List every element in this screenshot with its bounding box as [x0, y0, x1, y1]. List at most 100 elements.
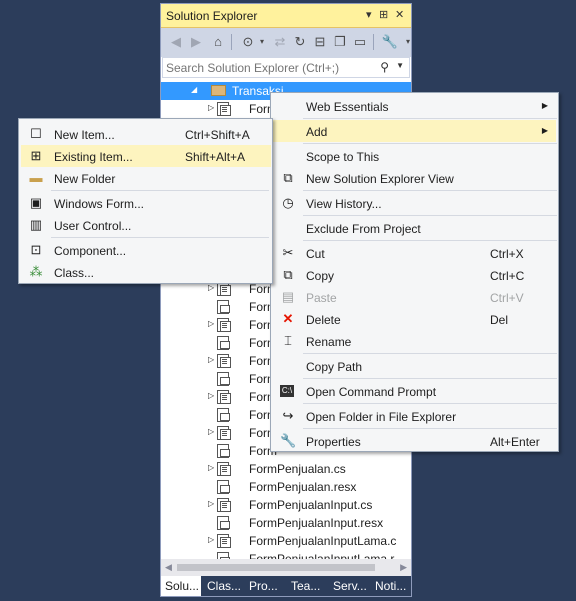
resx-file-icon [217, 372, 230, 386]
filter-dropdown-icon[interactable]: ▾ [253, 33, 271, 51]
menu-item-new-solution-explorer-view[interactable]: ⧉ New Solution Explorer View [273, 167, 556, 189]
toolbar-divider [231, 34, 232, 50]
menu-item-shortcut: Del [490, 313, 509, 327]
menu-item-scope-to-this[interactable]: Scope to This [273, 145, 556, 167]
form-file-icon [217, 390, 231, 404]
scrollbar-thumb[interactable] [177, 564, 375, 571]
tab-solution-explorer[interactable]: Solu... [161, 576, 201, 596]
menu-separator [303, 378, 557, 379]
tree-file-item[interactable]: ▷ FormPenjualanInput.cs [161, 496, 411, 514]
menu-item-properties[interactable]: 🔧 Properties Alt+Enter [273, 430, 556, 452]
home-icon[interactable]: ⌂ [209, 33, 227, 51]
back-icon[interactable]: ◀ [167, 33, 185, 51]
expand-arrow-icon[interactable]: ▷ [208, 319, 214, 328]
rename-icon: ⌶ [284, 333, 292, 348]
expand-arrow-icon[interactable]: ▷ [208, 499, 214, 508]
view-code-icon[interactable]: ▭ [351, 33, 369, 51]
horizontal-scrollbar[interactable]: ◀ ▶ [161, 559, 411, 576]
new-folder-icon: ▬ [29, 170, 43, 185]
menu-separator [303, 403, 557, 404]
expand-arrow-icon[interactable]: ▷ [208, 535, 214, 544]
search-icon[interactable]: ⚲ [380, 60, 389, 74]
menu-item-paste[interactable]: ▤ Paste Ctrl+V [273, 286, 556, 308]
submenu-item-component[interactable]: ⊡ Component... [21, 239, 271, 261]
menu-item-exclude-from-project[interactable]: Exclude From Project [273, 217, 556, 239]
search-box: ⚲ ▼ [162, 57, 410, 78]
tab-properties[interactable]: Pro... [245, 576, 285, 596]
form-file-icon [217, 282, 231, 296]
menu-item-open-folder-in-file-explorer[interactable]: ↪ Open Folder in File Explorer [273, 405, 556, 427]
submenu-item-existing-item[interactable]: ⊞ Existing Item... Shift+Alt+A [21, 145, 271, 167]
forward-icon[interactable]: ▶ [187, 33, 205, 51]
submenu-arrow-icon: ▶ [541, 101, 548, 110]
menu-item-copy[interactable]: ⧉ Copy Ctrl+C [273, 264, 556, 286]
resx-file-icon [217, 552, 230, 559]
resx-file-icon [217, 516, 230, 530]
menu-separator [303, 240, 557, 241]
expand-arrow-icon[interactable]: ▷ [208, 427, 214, 436]
expand-arrow-icon[interactable]: ▷ [208, 463, 214, 472]
search-input[interactable] [166, 60, 374, 75]
tree-file-item[interactable]: FormPenjualan.resx [161, 478, 411, 496]
window-position-dropdown[interactable]: ▾ [366, 8, 372, 21]
submenu-item-new-item[interactable]: ☐ New Item... Ctrl+Shift+A [21, 123, 271, 145]
tab-team-explorer[interactable]: Tea... [287, 576, 327, 596]
menu-item-cut[interactable]: ✂ Cut Ctrl+X [273, 242, 556, 264]
resx-file-icon [217, 300, 230, 314]
new-view-icon: ⧉ [283, 170, 293, 185]
expand-arrow-icon[interactable]: ▷ [208, 391, 214, 400]
tree-file-item[interactable]: FormPenjualanInputLama.r [161, 550, 411, 559]
menu-item-shortcut: Ctrl+Shift+A [185, 128, 250, 142]
menu-item-copy-path[interactable]: Copy Path [273, 355, 556, 377]
scroll-right-icon[interactable]: ▶ [400, 562, 407, 573]
search-options-dropdown-icon[interactable]: ▼ [396, 61, 404, 70]
menu-item-label: Open Command Prompt [306, 385, 437, 399]
existing-item-icon: ⊞ [30, 148, 42, 163]
tree-file-item[interactable]: ▷ FormPenjualanInputLama.c [161, 532, 411, 550]
scroll-left-icon[interactable]: ◀ [165, 562, 172, 573]
new-item-icon: ☐ [30, 126, 42, 141]
toolbar-more-icon[interactable]: ▾ [399, 33, 417, 51]
tab-class-view[interactable]: Clas... [203, 576, 243, 596]
form-file-icon [217, 426, 231, 440]
menu-item-open-command-prompt[interactable]: C:\ Open Command Prompt [273, 380, 556, 402]
tree-file-item[interactable]: ▷ FormPenjualan.cs [161, 460, 411, 478]
expand-arrow-icon[interactable]: ▷ [208, 103, 214, 112]
submenu-item-user-control[interactable]: ▥ User Control... [21, 214, 271, 236]
expand-arrow-icon[interactable]: ▷ [208, 283, 214, 292]
menu-separator [303, 190, 557, 191]
command-prompt-icon: C:\ [280, 385, 294, 397]
windows-form-icon: ▣ [29, 195, 43, 210]
menu-item-label: New Folder [54, 172, 116, 186]
menu-item-label: Copy [306, 269, 335, 283]
auto-hide-pin-icon[interactable]: ⊞ [379, 8, 388, 21]
tab-notifications[interactable]: Noti... [371, 576, 411, 596]
submenu-item-new-folder[interactable]: ▬ New Folder [21, 167, 271, 189]
menu-item-shortcut: Ctrl+X [490, 247, 524, 261]
class-icon: ⁂ [29, 264, 43, 279]
menu-item-view-history[interactable]: ◷ View History... [273, 192, 556, 214]
tree-item-label: FormPenjualanInput.cs [249, 498, 373, 512]
submenu-item-class[interactable]: ⁂ Class... [21, 261, 271, 283]
open-folder-arrow-icon: ↪ [282, 408, 294, 423]
properties-wrench-icon[interactable]: 🔧 [381, 33, 399, 51]
form-file-icon [217, 498, 231, 512]
expand-arrow-icon[interactable]: ▷ [208, 355, 214, 364]
refresh-icon[interactable]: ↻ [291, 33, 309, 51]
show-all-files-icon[interactable]: ❐ [331, 33, 349, 51]
submenu-item-windows-form[interactable]: ▣ Windows Form... [21, 192, 271, 214]
close-icon[interactable]: ✕ [395, 8, 404, 21]
collapse-all-icon[interactable]: ⊟ [311, 33, 329, 51]
menu-item-rename[interactable]: ⌶ Rename [273, 330, 556, 352]
menu-item-add[interactable]: Add ▶ [273, 120, 556, 142]
collapse-arrow-icon[interactable]: ◢ [191, 85, 197, 94]
menu-item-web-essentials[interactable]: Web Essentials ▶ [273, 95, 556, 117]
menu-item-delete[interactable]: ✕ Delete Del [273, 308, 556, 330]
tree-file-item[interactable]: FormPenjualanInput.resx [161, 514, 411, 532]
menu-item-label: Class... [54, 266, 95, 280]
resx-file-icon [217, 408, 230, 422]
menu-separator [303, 353, 557, 354]
tab-server-explorer[interactable]: Serv... [329, 576, 369, 596]
add-submenu: ☐ New Item... Ctrl+Shift+A ⊞ Existing It… [18, 118, 273, 284]
sync-with-document-icon[interactable]: ⇄ [271, 33, 289, 51]
